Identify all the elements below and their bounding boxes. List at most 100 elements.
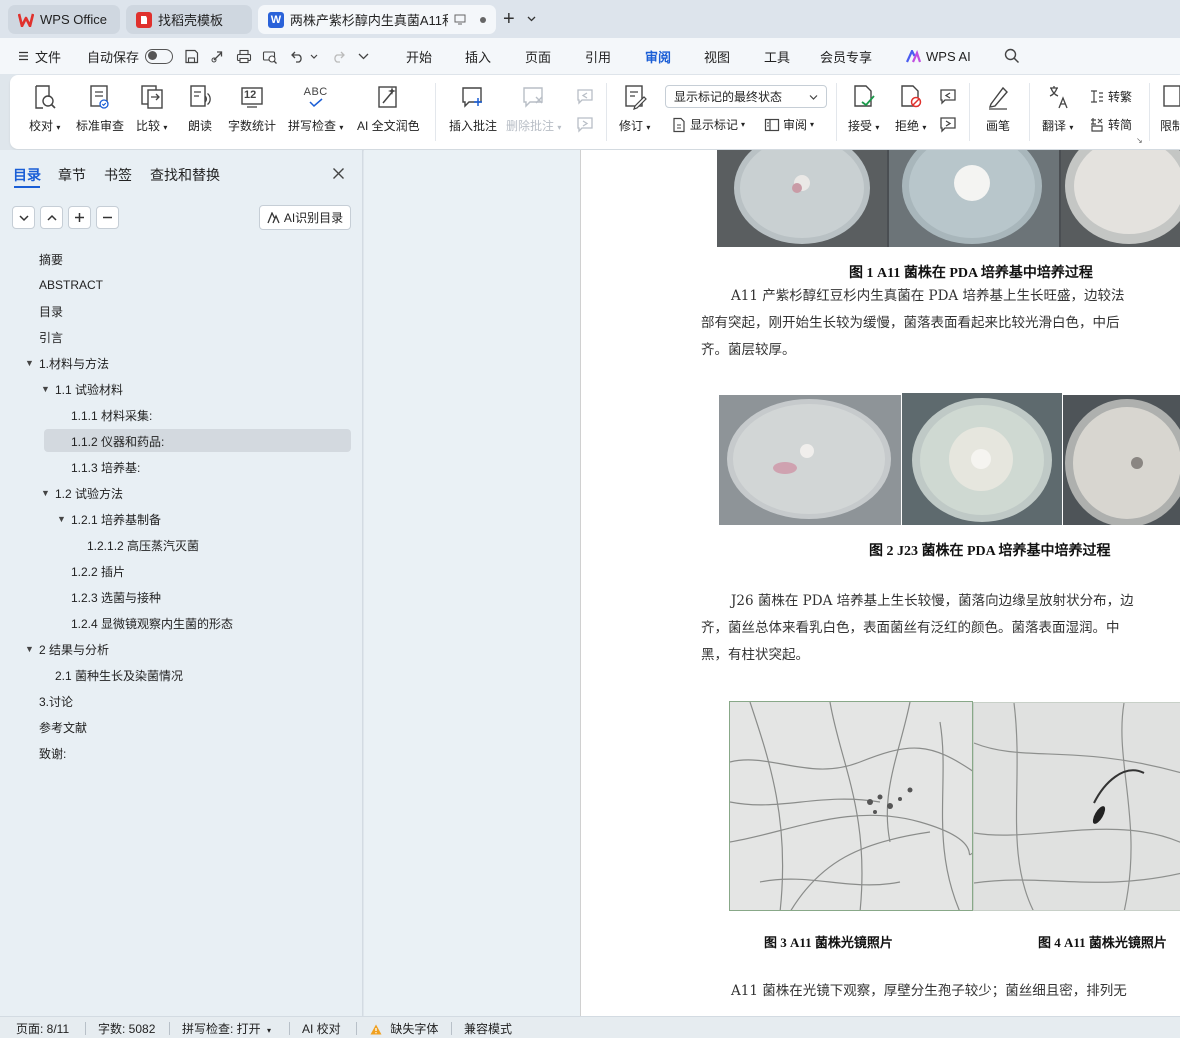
toc-item[interactable]: 1.2.1.2 高压蒸汽灭菌 [0,532,363,558]
toc-item[interactable]: 1.1.3 培养基: [0,454,363,480]
expand-arrow-icon[interactable]: ▼ [41,384,50,394]
next-change-icon[interactable] [939,115,959,133]
standard-review-button[interactable]: 标准审查 [76,83,124,134]
read-aloud-button[interactable]: 朗读 [188,83,212,134]
ai-toc-button[interactable]: AI识别目录 [259,205,351,230]
toc-item[interactable]: 2.1 菌种生长及染菌情况 [0,662,363,688]
to-traditional-label: 转繁 [1108,90,1133,104]
missing-font-status[interactable]: 缺失字体 [370,1020,438,1038]
spell-check-status[interactable]: 拼写检查: 打开 ▾ [182,1020,271,1037]
print-icon[interactable] [236,38,252,74]
markup-state-select[interactable]: 显示标记的最终状态 [665,85,827,108]
toc-item[interactable]: ▼ 1.材料与方法 [0,350,363,376]
toc-item[interactable]: ▼ 1.2 试验方法 [0,480,363,506]
undo-icon[interactable] [291,38,305,74]
toc-item[interactable]: 引言 [0,324,363,350]
print-preview-icon[interactable] [262,38,278,74]
toc-item[interactable]: 1.2.4 显微镜观察内生菌的形态 [0,610,363,636]
menu-tools[interactable]: 工具 [764,38,790,74]
menu-member[interactable]: 会员专享 [820,38,872,74]
redo-icon[interactable] [331,38,345,74]
menu-reference[interactable]: 引用 [585,38,611,74]
menu-review[interactable]: 审阅 [645,38,671,74]
file-menu[interactable]: 文件 [18,38,61,74]
toc-item[interactable]: ▼ 1.1 试验材料 [0,376,363,402]
review-pane-button[interactable]: 审阅 ▾ [764,116,814,133]
collapse-all-button[interactable] [12,206,35,229]
nav-tab-find-replace[interactable]: 查找和替换 [150,165,220,185]
menu-insert[interactable]: 插入 [465,38,491,74]
add-heading-button[interactable] [68,206,91,229]
toc-item-label: 1.2.3 选菌与接种 [71,590,162,605]
tab-document[interactable]: W 两株产紫杉醇内生真菌A11和... [258,5,496,34]
menu-view[interactable]: 视图 [704,38,730,74]
reject-button[interactable]: 拒绝 ▾ [895,83,926,134]
spell-check-button[interactable]: ABC 拼写检查 ▾ [288,83,343,134]
expand-arrow-icon[interactable]: ▼ [25,358,34,368]
dialog-launcher-icon[interactable]: ↘ [1136,136,1143,145]
spell-check-status-label: 拼写检查: 打开 [182,1022,261,1036]
wps-ai-menu[interactable]: WPS AI [906,38,971,74]
toc-item[interactable]: 致谢: [0,740,363,766]
menu-start[interactable]: 开始 [406,38,432,74]
menu-page[interactable]: 页面 [525,38,551,74]
insert-comment-button[interactable]: 插入批注 [449,83,497,134]
expand-arrow-icon[interactable]: ▼ [25,644,34,654]
toc-item[interactable]: 1.2.2 插片 [0,558,363,584]
toc-item[interactable]: 3.讨论 [0,688,363,714]
ai-polish-button[interactable]: AI 全文润色 [357,83,420,134]
delete-comment-button[interactable]: 删除批注 ▾ [506,83,561,134]
toc-item[interactable]: ABSTRACT [0,272,363,298]
translate-button[interactable]: 翻译 ▾ [1042,83,1073,134]
nav-tab-toc[interactable]: 目录 [13,165,41,185]
word-count-indicator[interactable]: 字数: 5082 [98,1020,155,1037]
status-separator [451,1022,452,1035]
accept-button[interactable]: 接受 ▾ [848,83,879,134]
nav-tab-sections[interactable]: 章节 [58,165,86,185]
expand-arrow-icon[interactable]: ▼ [57,514,66,524]
ribbon-separator [606,83,607,141]
share-icon[interactable] [210,38,225,74]
show-markup-button[interactable]: 显示标记 ▾ [671,116,745,133]
save-icon[interactable] [184,38,199,74]
previous-change-icon[interactable] [939,87,959,105]
toc-item[interactable]: ▼ 2 结果与分析 [0,636,363,662]
next-comment-icon[interactable] [576,115,596,133]
new-tab-icon[interactable]: + [503,9,515,29]
toc-item[interactable]: 1.1.2 仪器和药品: [0,428,363,454]
para2-line: 齐，菌丝总体来看乳白色，表面菌丝有泛红的颜色。菌落表面湿润。中 [701,620,1120,636]
autosave-toggle[interactable] [145,48,174,64]
pen-button[interactable]: 画笔 [986,83,1010,134]
unsaved-dot-icon[interactable] [480,16,486,23]
toc-item[interactable]: 目录 [0,298,363,324]
to-simplified-button[interactable]: 转简 [1089,116,1132,133]
track-changes-button[interactable]: 修订 ▾ [619,83,650,134]
expand-arrow-icon[interactable]: ▼ [41,488,50,498]
restrict-button[interactable]: 限制 [1160,83,1180,134]
ai-check-status[interactable]: AI 校对 [302,1020,341,1037]
toc-item[interactable]: 摘要 [0,246,363,272]
fig1-caption: 图 1 A11 菌株在 PDA 培养基中培养过程 [849,266,1093,281]
tab-docer[interactable]: 找稻壳模板 [126,5,252,34]
close-pane-icon[interactable] [332,167,345,183]
proofread-button[interactable]: 校对 ▾ [29,83,60,134]
remove-heading-button[interactable] [96,206,119,229]
chevron-down-icon[interactable] [527,12,536,26]
toc-item[interactable]: ▼ 1.2.1 培养基制备 [0,506,363,532]
compare-button[interactable]: 比较 ▾ [136,83,167,134]
toc-item[interactable]: 1.1.1 材料采集: [0,402,363,428]
search-icon[interactable] [1004,38,1020,74]
autosave-control[interactable]: 自动保存 [87,38,174,74]
word-count-button[interactable]: 12 字数统计 [228,83,276,134]
nav-tab-bookmarks[interactable]: 书签 [104,165,132,185]
to-traditional-button[interactable]: 转繁 [1089,88,1132,105]
toc-item[interactable]: 1.2.3 选菌与接种 [0,584,363,610]
more-chevron-icon[interactable] [358,38,369,74]
toc-item[interactable]: 参考文献 [0,714,363,740]
previous-comment-icon[interactable] [576,87,596,105]
page-indicator[interactable]: 页面: 8/11 [16,1020,69,1037]
accept-icon [852,83,876,111]
undo-dropdown-icon[interactable] [310,38,318,74]
expand-up-button[interactable] [40,206,63,229]
tab-wps-office[interactable]: WPS Office [8,5,120,34]
